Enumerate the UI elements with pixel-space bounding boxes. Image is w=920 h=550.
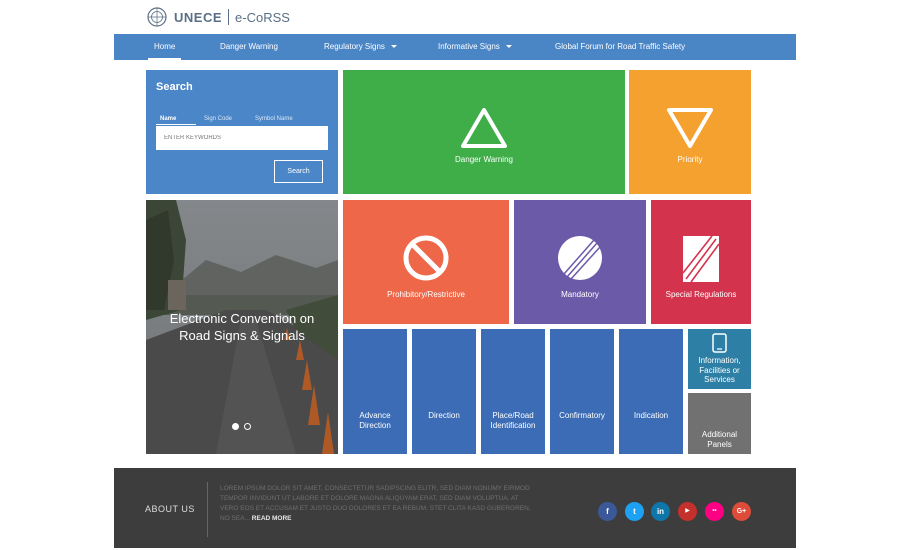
org-name: UNECE bbox=[174, 9, 223, 25]
tile-danger-warning-label: Danger Warning bbox=[455, 155, 513, 164]
tile-confirmatory[interactable]: Confirmatory bbox=[550, 329, 614, 454]
nav-regulatory-signs-label: Regulatory Signs bbox=[324, 42, 385, 51]
footer-divider bbox=[207, 482, 208, 537]
tile-indication-label: Indication bbox=[633, 411, 669, 420]
footer: ABOUT US Lorem ipsum dolor sit amet, con… bbox=[114, 468, 796, 548]
tile-mandatory[interactable]: Mandatory bbox=[514, 200, 646, 324]
facebook-icon[interactable]: f bbox=[598, 502, 617, 521]
twitter-icon[interactable]: t bbox=[625, 502, 644, 521]
carousel-dot[interactable] bbox=[244, 423, 251, 430]
tile-place-road-line1: Place/Road bbox=[492, 411, 534, 420]
tile-confirmatory-label: Confirmatory bbox=[559, 411, 605, 420]
search-title: Search bbox=[156, 81, 193, 93]
no-entry-circle-icon bbox=[403, 235, 449, 281]
youtube-icon[interactable]: ▶ bbox=[678, 502, 697, 521]
unece-logo[interactable]: UNECE e-CoRSS bbox=[146, 5, 290, 29]
tile-indication[interactable]: Indication bbox=[619, 329, 683, 454]
search-panel: Search Name Sign Code Symbol Name Search bbox=[146, 70, 338, 194]
tile-special-regulations[interactable]: Special Regulations bbox=[651, 200, 751, 324]
carousel-dot-active[interactable] bbox=[232, 423, 239, 430]
hero-carousel[interactable]: Electronic Convention on Road Signs & Si… bbox=[146, 200, 338, 454]
tile-information-label: Information, Facilities or Services bbox=[688, 356, 751, 385]
hero-title-line1: Electronic Convention on bbox=[169, 311, 315, 326]
app-name: e-CoRSS bbox=[235, 9, 290, 25]
striped-square-icon bbox=[682, 235, 720, 283]
tile-place-road-label: Place/Road Identification bbox=[481, 411, 545, 431]
tile-information-line2: Facilities or bbox=[699, 365, 740, 375]
tile-place-road-line2: Identification bbox=[490, 421, 536, 430]
search-tab-sign-code[interactable]: Sign Code bbox=[204, 116, 232, 122]
tile-additional-panels-line2: Panels bbox=[707, 440, 732, 449]
tile-advance-direction-line2: Direction bbox=[359, 421, 391, 430]
tile-additional-panels[interactable]: Additional Panels bbox=[688, 393, 751, 454]
tile-advance-direction-label: Advance Direction bbox=[343, 411, 407, 431]
nav-home-label: Home bbox=[154, 42, 176, 51]
tile-information-facilities-services[interactable]: Information, Facilities or Services bbox=[688, 329, 751, 389]
search-tab-symbol-name[interactable]: Symbol Name bbox=[255, 116, 293, 122]
about-us-heading[interactable]: ABOUT US bbox=[145, 504, 195, 514]
chevron-down-icon bbox=[390, 45, 397, 49]
about-text: Lorem ipsum dolor sit amet, consectetur … bbox=[220, 484, 536, 524]
tile-information-line1: Information, bbox=[698, 356, 741, 365]
triangle-icon bbox=[461, 108, 507, 148]
nav-informative-signs-label: Informative Signs bbox=[438, 42, 500, 51]
tablet-icon bbox=[712, 333, 727, 353]
tile-special-regulations-label: Special Regulations bbox=[665, 290, 737, 299]
tile-advance-direction[interactable]: Advance Direction bbox=[343, 329, 407, 454]
tile-prohibitory-restrictive[interactable]: Prohibitory/Restrictive bbox=[343, 200, 509, 324]
google-plus-icon[interactable]: G+ bbox=[732, 502, 751, 521]
tile-additional-panels-line1: Additional bbox=[701, 430, 738, 439]
logo-divider bbox=[228, 9, 230, 25]
tile-direction[interactable]: Direction bbox=[412, 329, 476, 454]
main-nav: Home Danger Warning Regulatory Signs Inf… bbox=[114, 34, 796, 60]
tile-advance-direction-line1: Advance bbox=[359, 411, 391, 420]
tile-direction-label: Direction bbox=[428, 411, 460, 420]
nav-danger-warning-label: Danger Warning bbox=[220, 42, 278, 51]
nav-regulatory-signs[interactable]: Regulatory Signs bbox=[324, 34, 397, 60]
tile-danger-warning[interactable]: Danger Warning bbox=[343, 70, 625, 194]
tile-priority[interactable]: Priority bbox=[629, 70, 751, 194]
active-tab-indicator bbox=[156, 124, 196, 125]
hero-title-line2: Road Signs & Signals bbox=[179, 328, 305, 343]
tile-priority-label: Priority bbox=[677, 155, 703, 164]
tile-information-line3: Services bbox=[704, 375, 735, 384]
tile-mandatory-label: Mandatory bbox=[561, 290, 599, 299]
tile-additional-panels-label: Additional Panels bbox=[688, 430, 751, 450]
tile-place-road-identification[interactable]: Place/Road Identification bbox=[481, 329, 545, 454]
search-tab-name[interactable]: Name bbox=[160, 116, 176, 122]
search-input[interactable] bbox=[156, 126, 328, 150]
nav-global-forum-label: Global Forum for Road Traffic Safety bbox=[555, 42, 686, 51]
nav-global-forum[interactable]: Global Forum for Road Traffic Safety bbox=[555, 34, 685, 60]
nav-informative-signs[interactable]: Informative Signs bbox=[438, 34, 512, 60]
flickr-icon[interactable]: •• bbox=[705, 502, 724, 521]
un-emblem-icon bbox=[147, 7, 167, 27]
striped-circle-icon bbox=[558, 236, 602, 280]
inverted-triangle-icon bbox=[667, 108, 713, 148]
hero-title: Electronic Convention on Road Signs & Si… bbox=[146, 310, 338, 344]
read-more-link[interactable]: READ MORE bbox=[252, 515, 292, 522]
linkedin-icon[interactable]: in bbox=[651, 502, 670, 521]
chevron-down-icon bbox=[505, 45, 512, 49]
nav-home[interactable]: Home bbox=[147, 34, 182, 60]
search-button[interactable]: Search bbox=[274, 160, 323, 183]
nav-danger-warning[interactable]: Danger Warning bbox=[220, 34, 278, 60]
tile-prohibitory-label: Prohibitory/Restrictive bbox=[387, 290, 465, 299]
